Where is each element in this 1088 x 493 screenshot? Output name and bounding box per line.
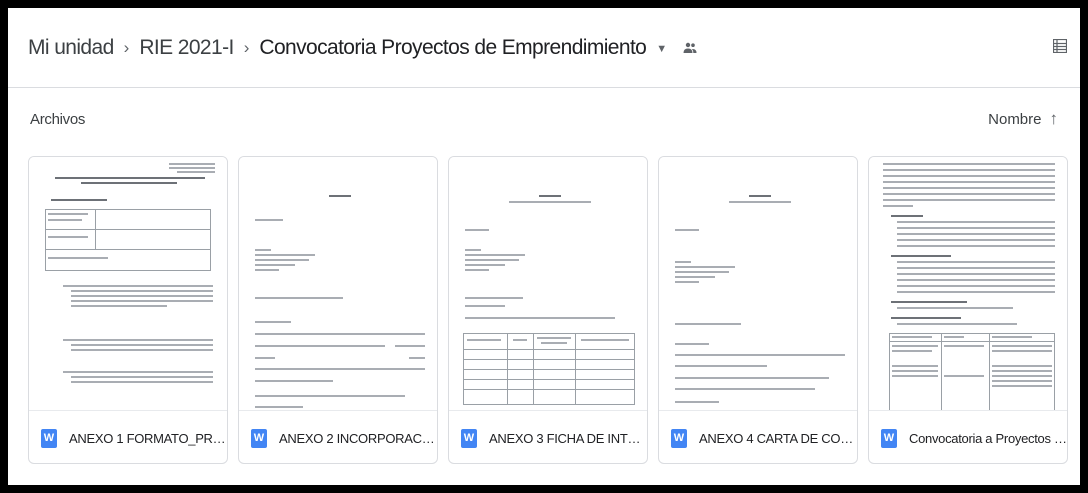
file-info: W ANEXO 2 INCORPORACION ...: [239, 411, 437, 463]
word-doc-icon: W: [461, 428, 477, 448]
file-card[interactable]: W ANEXO 4 CARTA DE COMPR...: [658, 156, 858, 464]
file-name[interactable]: ANEXO 3 FICHA DE INTEGR...: [489, 431, 647, 446]
file-name[interactable]: ANEXO 4 CARTA DE COMPR...: [699, 431, 857, 446]
sort-label: Nombre: [988, 110, 1042, 128]
sort-control[interactable]: Nombre ↑: [988, 109, 1058, 129]
file-name[interactable]: ANEXO 2 INCORPORACION ...: [279, 431, 437, 446]
breadcrumb: Mi unidad › RIE 2021-I › Convocatoria Pr…: [8, 8, 1080, 88]
people-icon[interactable]: [683, 42, 697, 54]
drive-window: Mi unidad › RIE 2021-I › Convocatoria Pr…: [8, 8, 1080, 485]
arrow-up-icon[interactable]: ↑: [1050, 109, 1059, 129]
file-card[interactable]: W ANEXO 2 INCORPORACION ...: [238, 156, 438, 464]
word-doc-icon: W: [251, 428, 267, 448]
file-thumbnail: [659, 157, 857, 411]
caret-down-icon[interactable]: ▼: [656, 43, 667, 55]
word-doc-icon: W: [671, 428, 687, 448]
file-thumbnail: [869, 157, 1067, 411]
breadcrumb-current[interactable]: Convocatoria Proyectos de Emprendimiento: [259, 36, 646, 60]
file-card[interactable]: W ANEXO 1 FORMATO_PRESE...: [28, 156, 228, 464]
file-card[interactable]: W Convocatoria a Proyectos de...: [868, 156, 1068, 464]
file-name[interactable]: ANEXO 1 FORMATO_PRESE...: [69, 431, 227, 446]
file-card[interactable]: W ANEXO 3 FICHA DE INTEGR...: [448, 156, 648, 464]
chevron-right-icon: ›: [243, 38, 250, 57]
file-info: W ANEXO 1 FORMATO_PRESE...: [29, 411, 227, 463]
breadcrumb-root[interactable]: Mi unidad: [28, 36, 114, 60]
file-info: W ANEXO 4 CARTA DE COMPR...: [659, 411, 857, 463]
file-name[interactable]: Convocatoria a Proyectos de...: [909, 431, 1067, 446]
section-title: Archivos: [30, 111, 86, 128]
list-view-icon[interactable]: [1050, 36, 1070, 56]
file-thumbnail: [239, 157, 437, 411]
file-grid: W ANEXO 1 FORMATO_PRESE...: [28, 156, 1068, 466]
file-info: W Convocatoria a Proyectos de...: [869, 411, 1067, 463]
chevron-right-icon: ›: [123, 38, 130, 57]
file-thumbnail: [449, 157, 647, 411]
file-info: W ANEXO 3 FICHA DE INTEGR...: [449, 411, 647, 463]
file-thumbnail: [29, 157, 227, 411]
word-doc-icon: W: [881, 428, 897, 448]
word-doc-icon: W: [41, 428, 57, 448]
breadcrumb-folder[interactable]: RIE 2021-I: [139, 36, 234, 60]
